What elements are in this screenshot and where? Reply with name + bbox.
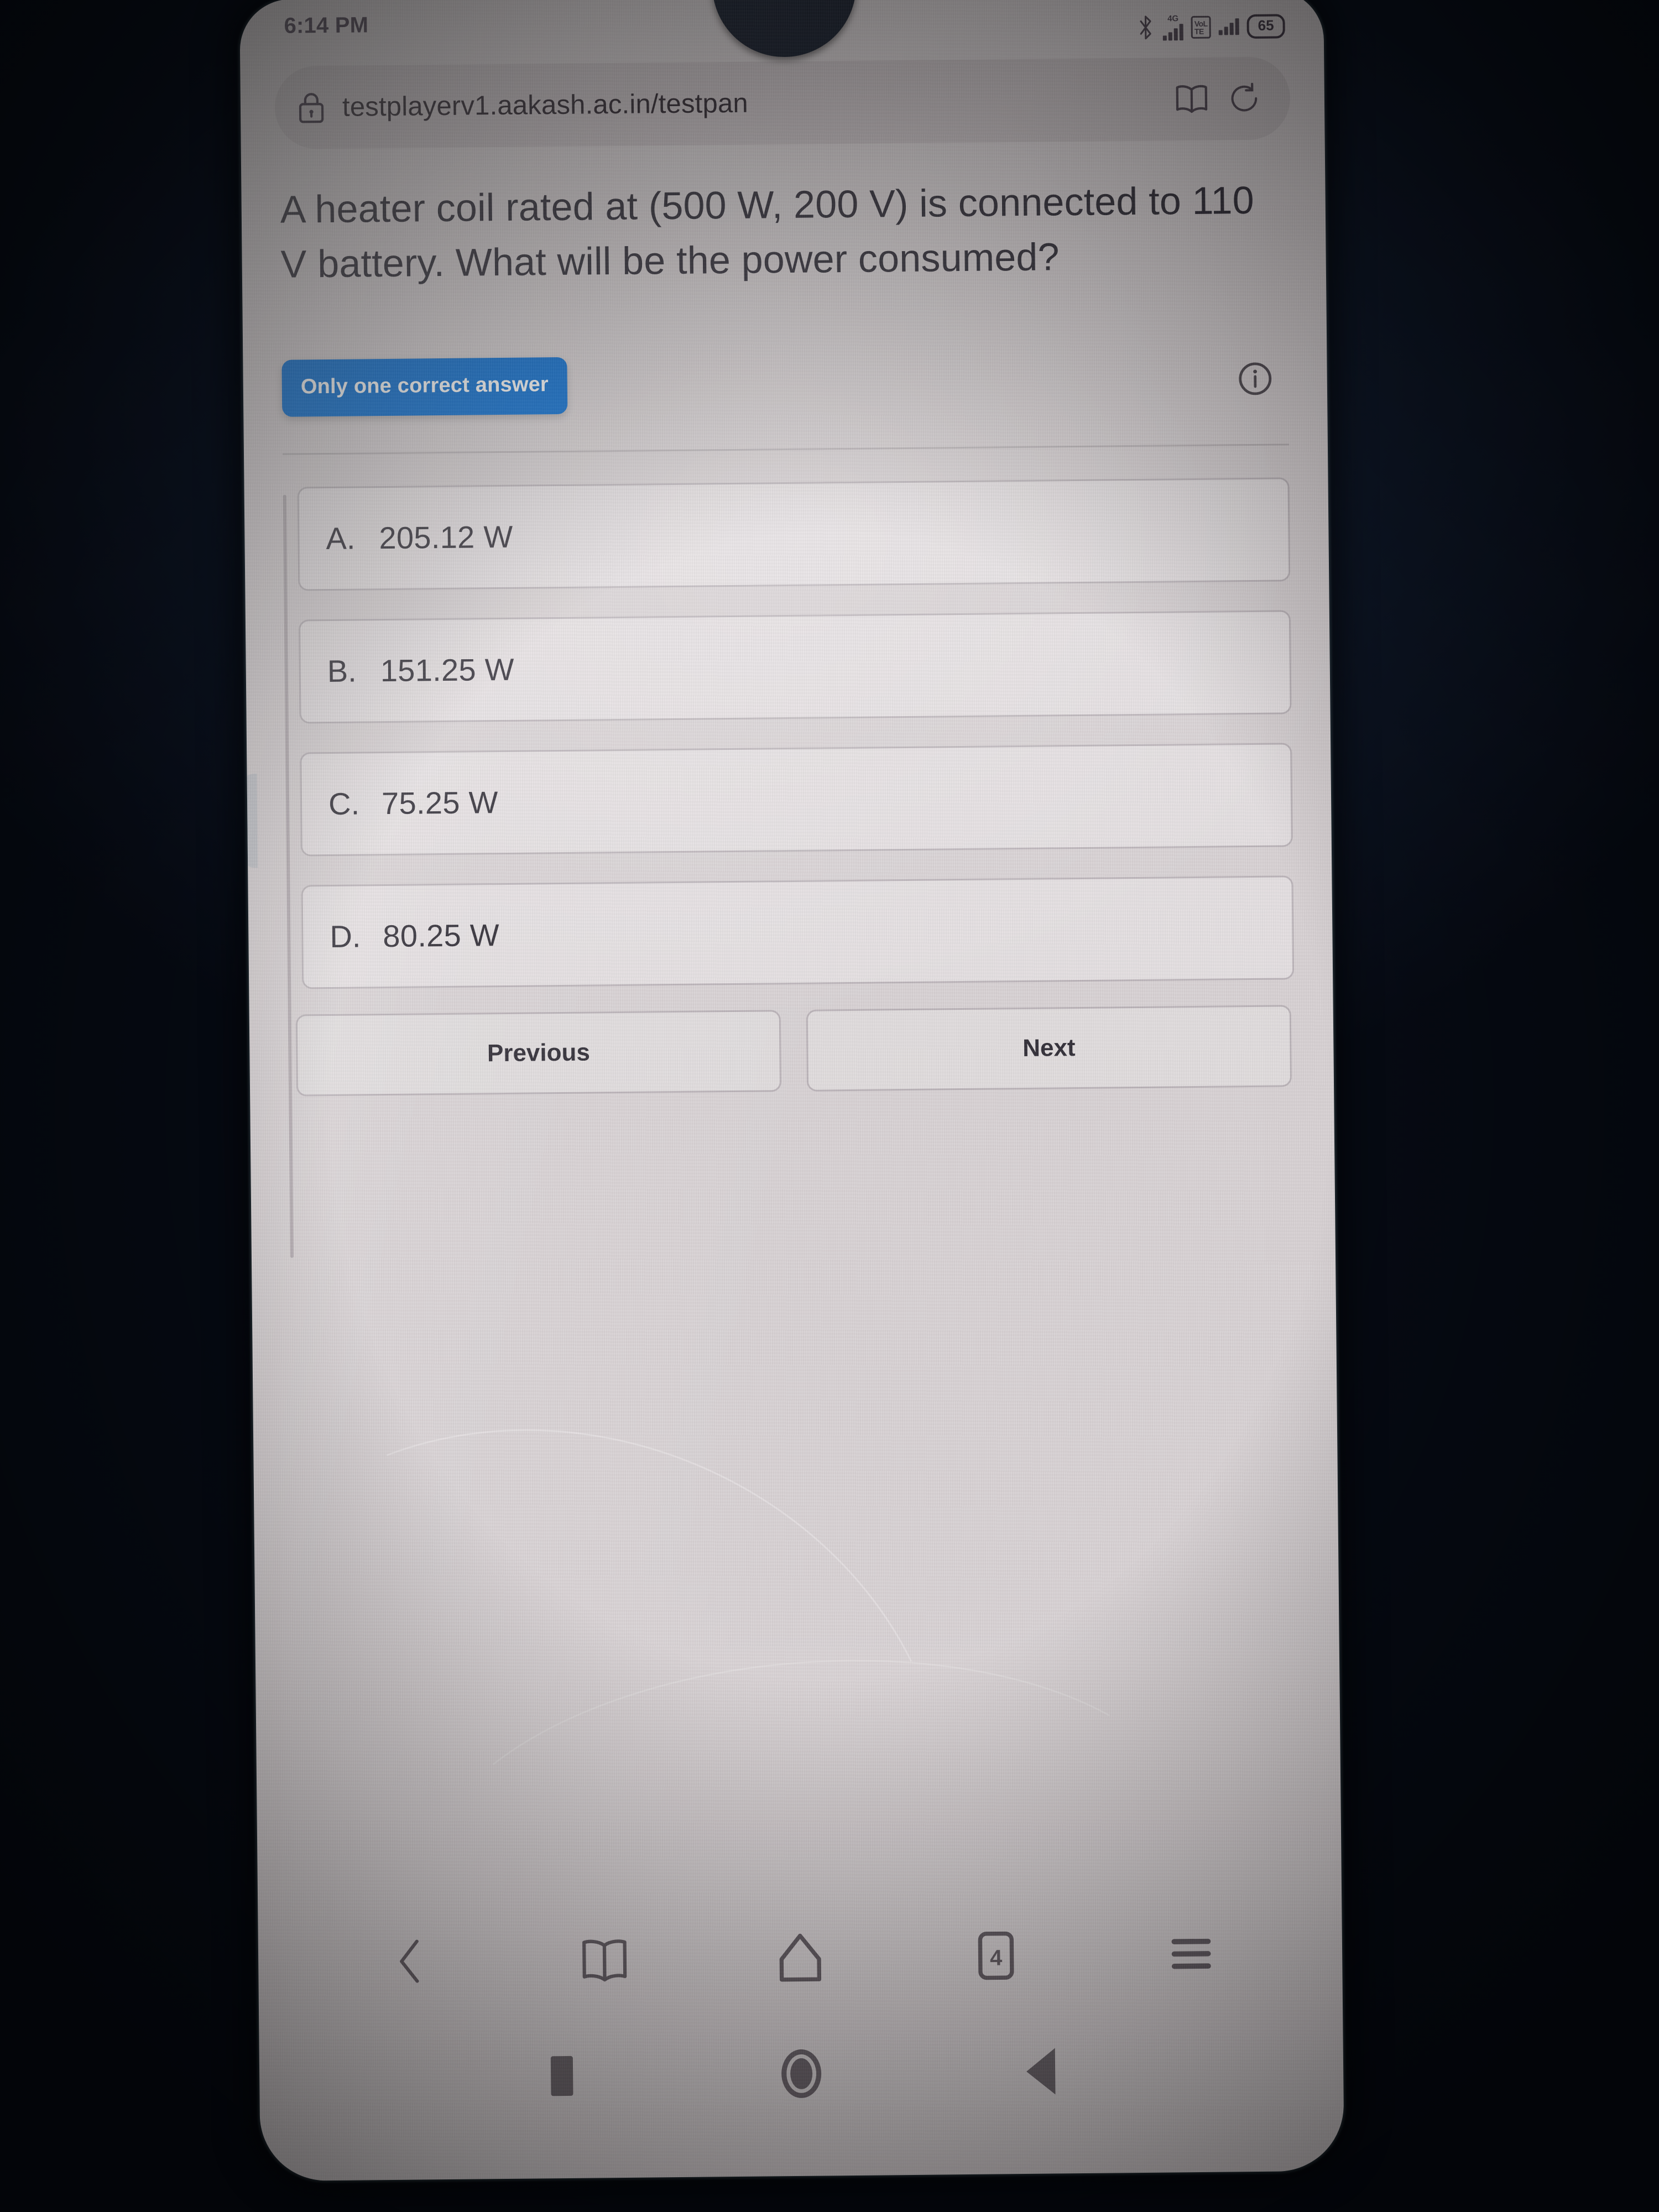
option-b[interactable]: B. 151.25 W	[298, 610, 1292, 724]
hamburger-menu-icon[interactable]	[1161, 1923, 1222, 1985]
battery-indicator: 65	[1246, 14, 1285, 39]
option-text: 151.25 W	[380, 652, 515, 688]
option-text: 75.25 W	[381, 785, 499, 821]
url-text[interactable]: testplayerv1.aakash.ac.in/testpan	[342, 84, 1156, 123]
section-divider	[282, 444, 1289, 455]
option-text: 80.25 W	[383, 917, 500, 954]
test-question-page: A heater coil rated at (500 W, 200 V) is…	[241, 139, 1334, 1258]
next-button[interactable]: Next	[806, 1005, 1292, 1092]
option-letter: C.	[328, 786, 360, 822]
browser-bottom-toolbar: 4	[258, 1900, 1343, 2016]
only-one-correct-answer-badge: Only one correct answer	[281, 357, 568, 417]
status-clock: 6:14 PM	[284, 13, 369, 38]
option-letter: B.	[327, 653, 357, 689]
phone-screen: 6:14 PM 4G VoL TE 65 testplayerv1.aakash…	[239, 0, 1344, 2182]
home-icon[interactable]	[770, 1927, 831, 1988]
triangle-back-icon[interactable]	[1014, 2044, 1068, 2098]
chevron-left-icon[interactable]	[378, 1931, 440, 1992]
option-c[interactable]: C. 75.25 W	[300, 743, 1293, 857]
option-text: 205.12 W	[379, 519, 513, 556]
browser-address-bar-container: testplayerv1.aakash.ac.in/testpan	[240, 53, 1324, 150]
cellular-signal-2-icon	[1218, 18, 1239, 35]
option-d[interactable]: D. 80.25 W	[301, 875, 1295, 989]
status-icon-group: 4G VoL TE 65	[1136, 4, 1285, 42]
tabs-icon[interactable]: 4	[965, 1925, 1026, 1986]
square-recents-icon[interactable]	[535, 2049, 588, 2103]
answer-type-row: Only one correct answer	[281, 350, 1288, 417]
lock-icon	[297, 91, 326, 124]
answer-options-list: A. 205.12 W B. 151.25 W C. 75.25 W D. 80…	[283, 477, 1295, 1258]
option-list-rail	[283, 494, 294, 1258]
question-navigation: Previous Next	[288, 1005, 1295, 1097]
signal-bars	[1162, 23, 1184, 40]
book-icon[interactable]	[1173, 82, 1211, 117]
address-bar[interactable]: testplayerv1.aakash.ac.in/testpan	[274, 56, 1291, 149]
option-letter: D.	[330, 919, 361, 954]
tabs-count: 4	[989, 1946, 1002, 1970]
refresh-icon[interactable]	[1227, 81, 1265, 116]
phone-side-button	[239, 774, 258, 868]
cellular-signal-1-icon: 4G	[1162, 13, 1184, 40]
android-navigation-bar	[259, 2027, 1343, 2121]
info-circle-icon[interactable]	[1236, 360, 1274, 398]
previous-button[interactable]: Previous	[295, 1009, 782, 1097]
photo-background: 6:14 PM 4G VoL TE 65 testplayerv1.aakash…	[0, 0, 1659, 2212]
volte-icon: VoL TE	[1191, 15, 1211, 39]
network-type-label: 4G	[1167, 13, 1179, 23]
option-a[interactable]: A. 205.12 W	[297, 477, 1291, 591]
book-icon[interactable]	[574, 1929, 635, 1990]
bluetooth-icon	[1136, 13, 1155, 42]
option-letter: A.	[326, 520, 356, 556]
question-text: A heater coil rated at (500 W, 200 V) is…	[280, 178, 1255, 286]
circle-home-icon[interactable]	[775, 2047, 828, 2100]
